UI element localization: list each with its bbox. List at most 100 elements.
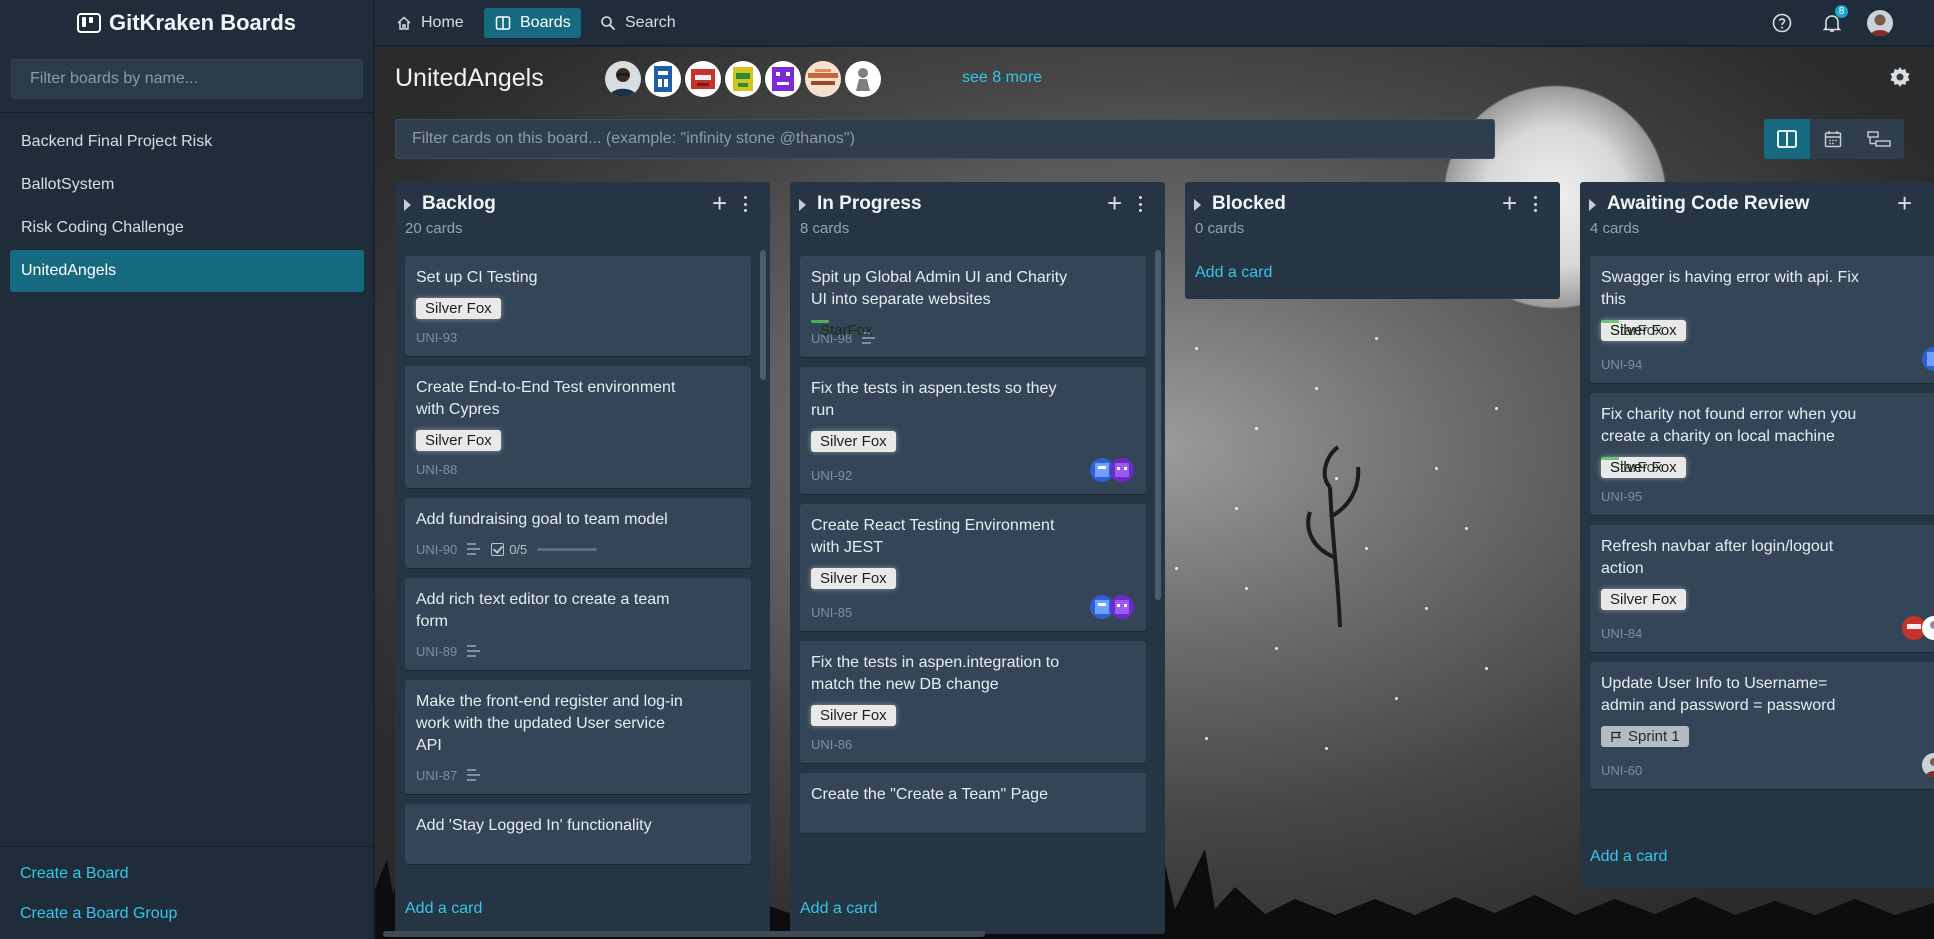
assignee-avatar[interactable] (1110, 595, 1134, 619)
column-header: Awaiting Code Review 4 cards + (1580, 182, 1934, 242)
member-avatar[interactable] (725, 61, 761, 97)
background-star (1465, 527, 1468, 530)
checklist-icon (491, 542, 505, 556)
nav-home-button[interactable]: Home (385, 8, 474, 38)
calendar-view-icon[interactable] (1810, 119, 1856, 159)
column-card-count: 20 cards (405, 220, 463, 237)
card-meta: UNI-84 (1601, 624, 1925, 642)
card[interactable]: Add 'Stay Logged In' functionality (405, 804, 751, 864)
card-meta: UNI-94 (1601, 355, 1925, 373)
see-more-members-link[interactable]: see 8 more (962, 69, 1042, 87)
card[interactable]: Set up CI Testing Silver Fox UNI-93 (405, 256, 751, 356)
card[interactable]: Create the "Create a Team" Page (800, 773, 1146, 833)
nav-boards-button[interactable]: Boards (484, 8, 581, 38)
user-avatar[interactable] (1867, 10, 1893, 36)
column-menu-icon[interactable] (1132, 194, 1148, 214)
board-settings-gear-icon[interactable] (1888, 65, 1914, 91)
column-title: Backlog (422, 193, 496, 214)
member-avatar[interactable] (805, 61, 841, 97)
add-card-link[interactable]: Add a card (405, 900, 482, 918)
card-labels: Silver Fox (811, 705, 1135, 726)
add-card-link[interactable]: Add a card (1195, 264, 1272, 282)
app-logo[interactable]: GitKraken Boards (0, 0, 373, 46)
card-id: UNI-95 (1601, 488, 1643, 504)
card[interactable]: Fix the tests in aspen.tests so they run… (800, 367, 1146, 494)
card-filter-input[interactable] (395, 119, 1495, 159)
card-meta: UNI-85 (811, 603, 1135, 621)
label-silver-fox: Silver Fox (416, 298, 501, 319)
card-id: UNI-94 (1601, 356, 1643, 372)
horizontal-scrollbar[interactable] (383, 931, 985, 937)
card[interactable]: Create React Testing Environment with JE… (800, 504, 1146, 631)
column-menu-icon[interactable] (1527, 194, 1543, 214)
sidebar: GitKraken Boards Backend Final Project R… (0, 0, 374, 939)
column-blocked: Blocked 0 cards + Add a card (1185, 182, 1560, 299)
assignee-avatar[interactable] (1110, 458, 1134, 482)
add-card-plus-icon[interactable]: + (1897, 190, 1912, 216)
board-item-ballotsystem[interactable]: BallotSystem (10, 164, 364, 206)
card[interactable]: Create End-to-End Test environment with … (405, 366, 751, 488)
board-item-unitedangels[interactable]: UnitedAngels (10, 250, 364, 292)
card-title: Add fundraising goal to team model (416, 511, 668, 528)
gitkraken-boards-logo-icon (76, 13, 101, 33)
flag-icon (1611, 731, 1622, 742)
collapse-caret-icon[interactable] (1194, 199, 1201, 211)
description-icon (467, 645, 481, 657)
card[interactable]: Add rich text editor to create a team fo… (405, 578, 751, 670)
column-menu-icon[interactable] (737, 194, 753, 214)
card-assignees (1902, 616, 1934, 640)
board-item-risk-coding-challenge[interactable]: Risk Coding Challenge (10, 207, 364, 249)
add-card-link[interactable]: Add a card (1590, 848, 1667, 866)
notifications-bell-icon[interactable]: 8 (1819, 5, 1848, 36)
add-card-plus-icon[interactable]: + (1107, 190, 1122, 216)
app-logo-text: GitKraken Boards (108, 10, 297, 35)
card[interactable]: Swagger is having error with api. Fix th… (1590, 256, 1934, 383)
card[interactable]: Spit up Global Admin UI and Charity UI i… (800, 256, 1146, 357)
column-card-count: 8 cards (800, 220, 850, 237)
board-canvas: UnitedAngels see 8 more Filter cards on … (375, 47, 1934, 939)
board-view-icon[interactable] (1764, 119, 1810, 159)
background-star (1175, 567, 1178, 570)
collapse-caret-icon[interactable] (799, 199, 806, 211)
member-avatar[interactable] (845, 61, 881, 97)
card-title: Add 'Stay Logged In' functionality (416, 817, 652, 834)
column-scrollbar[interactable] (760, 250, 766, 380)
create-board-link[interactable]: Create a Board (20, 865, 129, 883)
add-card-plus-icon[interactable]: + (1502, 190, 1517, 216)
timeline-view-icon[interactable] (1856, 119, 1902, 159)
card-assignees (1922, 347, 1934, 371)
card-meta: UNI-88 (416, 460, 740, 478)
card-assignees (1090, 595, 1134, 619)
card-meta: UNI-60 (1601, 761, 1925, 779)
member-avatar[interactable] (765, 61, 801, 97)
card[interactable]: Fix charity not found error when you cre… (1590, 393, 1934, 515)
create-board-group-link[interactable]: Create a Board Group (20, 905, 177, 923)
board-filter-input[interactable] (11, 59, 363, 99)
column-header: Backlog 20 cards + (395, 182, 770, 242)
member-avatar[interactable] (685, 61, 721, 97)
collapse-caret-icon[interactable] (404, 199, 411, 211)
card[interactable]: Fix the tests in aspen.integration to ma… (800, 641, 1146, 763)
card[interactable]: Add fundraising goal to team model UNI-9… (405, 498, 751, 568)
board-item-backend-final-project-risk[interactable]: Backend Final Project Risk (10, 121, 364, 163)
nav-search-label: Search (625, 14, 676, 31)
help-icon[interactable] (1769, 10, 1795, 36)
divider (0, 846, 374, 847)
assignee-avatar[interactable] (1922, 616, 1934, 640)
card-id: UNI-84 (1601, 625, 1643, 641)
collapse-caret-icon[interactable] (1589, 199, 1596, 211)
nav-search-button[interactable]: Search (589, 8, 686, 38)
add-card-plus-icon[interactable]: + (712, 190, 727, 216)
background-star (1435, 467, 1438, 470)
column-card-count: 4 cards (1590, 220, 1640, 237)
member-avatar[interactable] (605, 61, 641, 97)
card-title: Spit up Global Admin UI and Charity UI i… (811, 269, 1068, 308)
card[interactable]: Update User Info to Username= admin and … (1590, 662, 1934, 789)
member-avatar[interactable] (645, 61, 681, 97)
add-card-link[interactable]: Add a card (800, 900, 877, 918)
card[interactable]: Refresh navbar after login/logout action… (1590, 525, 1934, 652)
nav-boards-label: Boards (520, 14, 571, 31)
column-in-progress: In Progress 8 cards + Spit up Global Adm… (790, 182, 1165, 934)
card[interactable]: Make the front-end register and log-in w… (405, 680, 751, 794)
column-scrollbar[interactable] (1155, 250, 1161, 600)
